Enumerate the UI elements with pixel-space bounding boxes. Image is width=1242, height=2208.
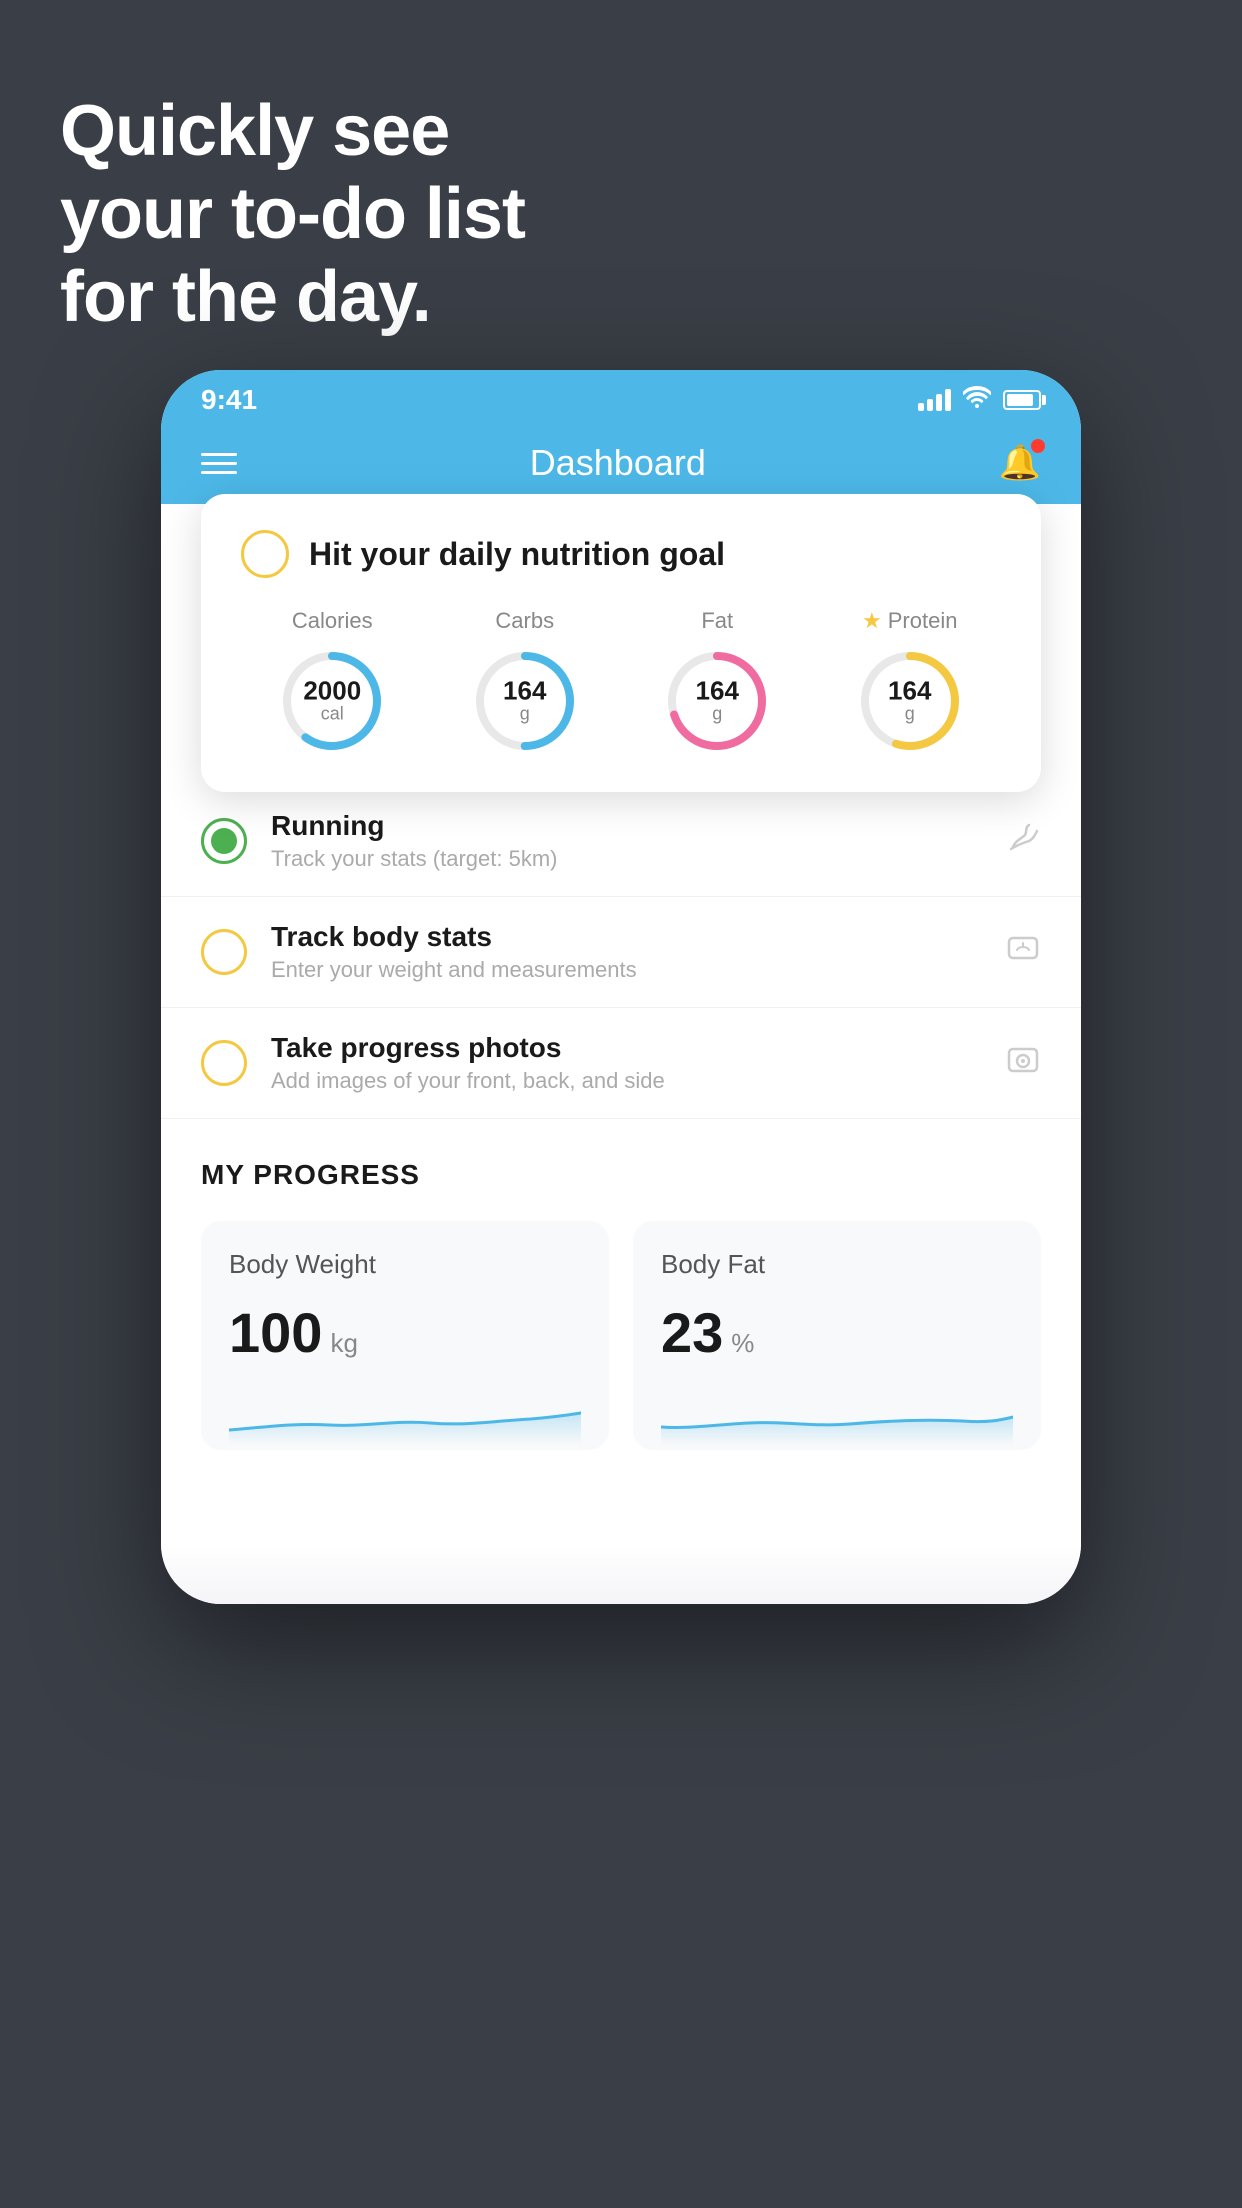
photos-title: Take progress photos [271,1032,981,1064]
card-title-row: Hit your daily nutrition goal [241,530,1001,578]
running-circle [201,818,247,864]
hero-line3: for the day. [60,256,525,339]
phone-mockup: 9:41 Dashboard [161,370,1081,1604]
protein-label-row: ★ Protein [862,608,957,634]
body-stats-subtitle: Enter your weight and measurements [271,957,981,983]
nav-bar: Dashboard 🔔 [161,426,1081,504]
nutrition-item-carbs: Carbs 164 g [470,608,580,756]
photos-circle [201,1040,247,1086]
body-weight-value: 100 [229,1300,322,1365]
fat-label: Fat [701,608,733,634]
body-fat-value: 23 [661,1300,723,1365]
status-right-icons [918,386,1041,415]
body-fat-card[interactable]: Body Fat 23 % [633,1221,1041,1450]
protein-star-icon: ★ [862,608,882,634]
nav-title: Dashboard [530,442,706,484]
todo-list: Running Track your stats (target: 5km) T… [161,786,1081,1119]
calories-label: Calories [292,608,373,634]
body-stats-circle [201,929,247,975]
body-fat-sparkline [661,1385,1013,1445]
progress-cards: Body Weight 100 kg [201,1221,1041,1450]
nutrition-grid: Calories 2000 cal [241,608,1001,756]
hero-line1: Quickly see [60,90,525,173]
fat-value: 164 [696,678,739,704]
protein-unit: g [888,704,931,725]
menu-button[interactable] [201,453,237,474]
wifi-icon [963,386,991,415]
body-fat-unit: % [731,1328,754,1359]
fade-overlay [161,1544,1081,1604]
phone-screen: 9:41 Dashboard [161,370,1081,1604]
fat-unit: g [696,704,739,725]
progress-header: MY PROGRESS [201,1159,1041,1191]
nutrition-item-calories: Calories 2000 cal [277,608,387,756]
running-subtitle: Track your stats (target: 5km) [271,846,981,872]
protein-label: Protein [888,608,958,634]
hero-text: Quickly see your to-do list for the day. [60,90,525,338]
nutrition-card[interactable]: Hit your daily nutrition goal Calories [201,494,1041,792]
running-icon [1005,819,1041,864]
status-time: 9:41 [201,384,257,416]
body-stats-text: Track body stats Enter your weight and m… [271,921,981,983]
notification-dot [1031,439,1045,453]
nutrition-item-fat: Fat 164 g [662,608,772,756]
progress-section: MY PROGRESS Body Weight 100 kg [161,1119,1081,1450]
signal-icon [918,389,951,411]
running-title: Running [271,810,981,842]
carbs-value: 164 [503,678,546,704]
scale-icon [1005,930,1041,975]
protein-value: 164 [888,678,931,704]
photos-subtitle: Add images of your front, back, and side [271,1068,981,1094]
calories-unit: cal [303,704,361,725]
app-content: THINGS TO DO TODAY Hit your daily nutrit… [161,504,1081,1604]
battery-icon [1003,390,1041,410]
running-text: Running Track your stats (target: 5km) [271,810,981,872]
carbs-ring: 164 g [470,646,580,756]
carbs-label: Carbs [495,608,554,634]
todo-item-running[interactable]: Running Track your stats (target: 5km) [161,786,1081,897]
todo-item-photos[interactable]: Take progress photos Add images of your … [161,1008,1081,1119]
body-fat-title: Body Fat [661,1249,1013,1280]
body-stats-title: Track body stats [271,921,981,953]
body-fat-value-row: 23 % [661,1300,1013,1365]
body-weight-title: Body Weight [229,1249,581,1280]
nutrition-card-title: Hit your daily nutrition goal [309,536,725,573]
carbs-unit: g [503,704,546,725]
photos-text: Take progress photos Add images of your … [271,1032,981,1094]
body-weight-unit: kg [330,1328,357,1359]
body-weight-value-row: 100 kg [229,1300,581,1365]
fat-ring: 164 g [662,646,772,756]
notification-button[interactable]: 🔔 [999,443,1041,483]
calories-ring: 2000 cal [277,646,387,756]
calories-value: 2000 [303,678,361,704]
todo-item-body-stats[interactable]: Track body stats Enter your weight and m… [161,897,1081,1008]
status-bar: 9:41 [161,370,1081,426]
body-weight-sparkline [229,1385,581,1445]
body-weight-card[interactable]: Body Weight 100 kg [201,1221,609,1450]
nutrition-circle-button[interactable] [241,530,289,578]
nutrition-item-protein: ★ Protein 164 g [855,608,965,756]
photo-icon [1005,1041,1041,1086]
hero-line2: your to-do list [60,173,525,256]
protein-ring: 164 g [855,646,965,756]
